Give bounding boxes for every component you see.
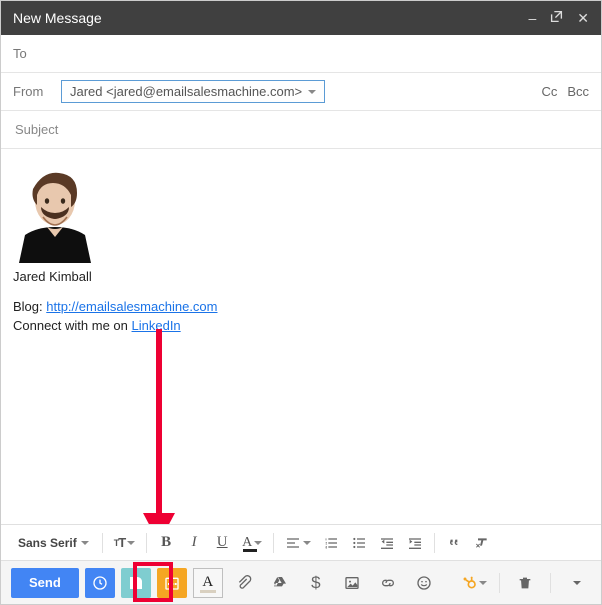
separator [102, 533, 103, 553]
chevron-down-icon [303, 541, 311, 549]
schedule-button[interactable] [85, 568, 115, 598]
italic-button[interactable]: I [181, 530, 207, 556]
font-size-dropdown[interactable]: TT [109, 530, 140, 556]
insert-link-button[interactable] [373, 568, 403, 598]
signature-blog-label: Blog: [13, 299, 46, 314]
from-field: From Jared <jared@emailsalesmachine.com>… [1, 73, 601, 111]
compose-body[interactable]: Jared Kimball Blog: http://emailsalesmac… [1, 149, 601, 524]
underline-button[interactable]: U [209, 530, 235, 556]
window-title: New Message [13, 10, 102, 26]
signature-avatar [13, 163, 97, 263]
template-button[interactable] [121, 568, 151, 598]
indent-more-button[interactable] [402, 530, 428, 556]
signature-blog-link[interactable]: http://emailsalesmachine.com [46, 299, 217, 314]
money-button[interactable]: $ [301, 568, 331, 598]
separator [273, 533, 274, 553]
from-value: Jared <jared@emailsalesmachine.com> [70, 84, 302, 99]
signature-linkedin-link[interactable]: LinkedIn [132, 318, 181, 333]
popout-icon[interactable] [550, 10, 563, 26]
minimize-icon[interactable]: – [528, 10, 536, 26]
chevron-down-icon [254, 541, 262, 549]
discard-button[interactable] [510, 568, 540, 598]
more-options-button[interactable] [561, 568, 591, 598]
titlebar: New Message – ✕ [1, 1, 601, 35]
format-toolbar: Sans Serif TT B I U A [1, 524, 601, 560]
from-dropdown[interactable]: Jared <jared@emailsalesmachine.com> [61, 80, 325, 103]
attach-button[interactable] [229, 568, 259, 598]
chevron-down-icon [127, 541, 135, 549]
indent-less-button[interactable] [374, 530, 400, 556]
chevron-down-icon [308, 90, 316, 98]
quote-button[interactable] [441, 530, 467, 556]
chevron-down-icon [81, 541, 89, 549]
text-color-button[interactable]: A [237, 530, 267, 556]
to-label: To [13, 46, 61, 61]
bullet-list-button[interactable] [346, 530, 372, 556]
separator [499, 573, 500, 593]
chevron-down-icon [479, 581, 487, 589]
separator [146, 533, 147, 553]
separator [550, 573, 551, 593]
numbered-list-button[interactable] [318, 530, 344, 556]
bold-button[interactable]: B [153, 530, 179, 556]
calendar-button[interactable] [157, 568, 187, 598]
cc-button[interactable]: Cc [541, 84, 557, 99]
chevron-down-icon [573, 581, 581, 589]
subject-input[interactable] [13, 121, 589, 138]
from-label: From [13, 84, 61, 99]
formatting-toggle-button[interactable]: A [193, 568, 223, 598]
annotation-arrow [129, 329, 189, 524]
remove-formatting-button[interactable] [469, 530, 495, 556]
signature-connect-prefix: Connect with me on [13, 318, 132, 333]
close-icon[interactable]: ✕ [577, 10, 589, 27]
to-field[interactable]: To [1, 35, 601, 73]
send-button[interactable]: Send [11, 568, 79, 598]
align-button[interactable] [280, 530, 316, 556]
hubspot-button[interactable] [459, 568, 489, 598]
separator [434, 533, 435, 553]
signature-name: Jared Kimball [13, 269, 589, 284]
send-toolbar: Send A $ [1, 560, 601, 604]
drive-button[interactable] [265, 568, 295, 598]
subject-field[interactable] [1, 111, 601, 149]
emoji-button[interactable] [409, 568, 439, 598]
bcc-button[interactable]: Bcc [567, 84, 589, 99]
formatting-icon: A [202, 574, 213, 591]
insert-photo-button[interactable] [337, 568, 367, 598]
font-family-dropdown[interactable]: Sans Serif [11, 530, 96, 556]
